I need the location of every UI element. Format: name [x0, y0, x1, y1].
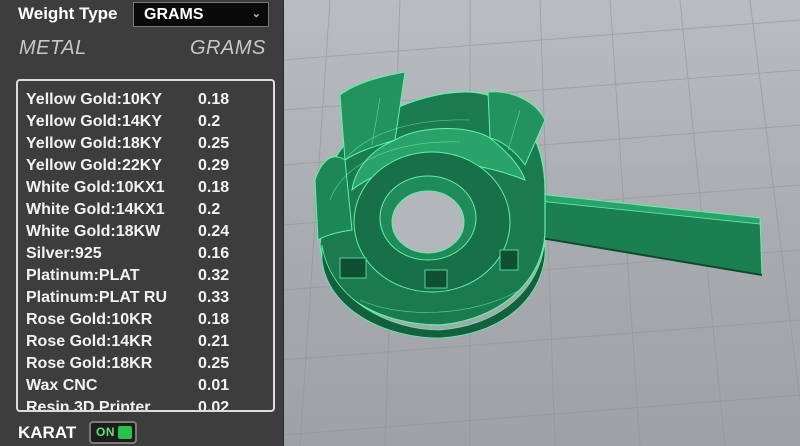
metal-grams: 0.18	[198, 311, 230, 328]
metal-grams: 0.32	[198, 267, 230, 284]
list-item[interactable]: Yellow Gold:14KY 0.2	[26, 111, 271, 133]
metal-name: Wax CNC	[26, 377, 98, 394]
jewelry-model[interactable]	[314, 71, 763, 339]
metal-grams: 0.25	[198, 355, 230, 372]
metal-name: White Gold:18KW	[26, 223, 161, 240]
metal-name: White Gold:14KX1	[26, 201, 165, 218]
metal-name: Yellow Gold:22KY	[26, 157, 163, 174]
list-item[interactable]: Platinum:PLAT 0.32	[26, 265, 271, 287]
chevron-down-icon: ⌄	[251, 8, 261, 20]
metal-name: Platinum:PLAT RU	[26, 289, 168, 306]
list-item[interactable]: White Gold:18KW 0.24	[26, 221, 271, 243]
metal-name: Rose Gold:18KR	[26, 355, 153, 372]
list-item[interactable]: White Gold:14KX1 0.2	[26, 199, 271, 221]
list-item[interactable]: Yellow Gold:18KY 0.25	[26, 133, 271, 155]
list-item[interactable]: Yellow Gold:22KY 0.29	[26, 155, 271, 177]
list-item[interactable]: Wax CNC 0.01	[26, 375, 271, 397]
column-header-grams: GRAMS	[190, 37, 266, 59]
karat-toggle[interactable]: ON	[89, 421, 137, 444]
list-item[interactable]: White Gold:10KX1 0.18	[26, 177, 271, 199]
metal-grams: 0.21	[198, 333, 230, 350]
metal-name: Yellow Gold:14KY	[26, 113, 163, 130]
metal-name: Platinum:PLAT	[26, 267, 140, 284]
metal-name: Yellow Gold:18KY	[26, 135, 163, 152]
list-item[interactable]: Rose Gold:14KR 0.21	[26, 331, 271, 353]
list-item[interactable]: Rose Gold:18KR 0.25	[26, 353, 271, 375]
metal-name: Yellow Gold:10KY	[26, 91, 163, 108]
list-item[interactable]: Platinum:PLAT RU 0.33	[26, 287, 271, 309]
weight-type-dropdown[interactable]: GRAMS ⌄	[133, 2, 269, 27]
metal-grams: 0.25	[198, 135, 230, 152]
metal-grams: 0.2	[198, 113, 221, 130]
toggle-knob	[118, 426, 132, 439]
metal-grams: 0.18	[198, 179, 230, 196]
column-header-metal: METAL	[19, 37, 87, 59]
metal-name: Rose Gold:10KR	[26, 311, 153, 328]
metal-grams: 0.02	[198, 399, 230, 412]
metal-name: Silver:925	[26, 245, 102, 262]
metal-name: White Gold:10KX1	[26, 179, 165, 196]
karat-label: KARAT	[18, 423, 77, 442]
karat-toggle-state: ON	[96, 425, 115, 439]
list-item[interactable]: Resin 3D Printer 0.02	[26, 397, 271, 412]
metal-name: Rose Gold:14KR	[26, 333, 153, 350]
metal-grams: 0.01	[198, 377, 230, 394]
metal-weight-list[interactable]: Yellow Gold:10KY 0.18 Yellow Gold:14KY 0…	[16, 79, 275, 412]
metal-weight-panel: Weight Type GRAMS ⌄ METAL GRAMS Yellow G…	[0, 0, 284, 446]
list-item[interactable]: Yellow Gold:10KY 0.18	[26, 89, 271, 111]
metal-grams: 0.2	[198, 201, 221, 218]
metal-grams: 0.33	[198, 289, 230, 306]
metal-grams: 0.18	[198, 91, 230, 108]
metal-name: Resin 3D Printer	[26, 399, 151, 412]
weight-type-label: Weight Type	[18, 4, 118, 23]
weight-type-value: GRAMS	[144, 6, 204, 23]
metal-grams: 0.16	[198, 245, 230, 262]
list-item[interactable]: Silver:925 0.16	[26, 243, 271, 265]
list-item[interactable]: Rose Gold:10KR 0.18	[26, 309, 271, 331]
metal-grams: 0.29	[198, 157, 230, 174]
metal-grams: 0.24	[198, 223, 230, 240]
